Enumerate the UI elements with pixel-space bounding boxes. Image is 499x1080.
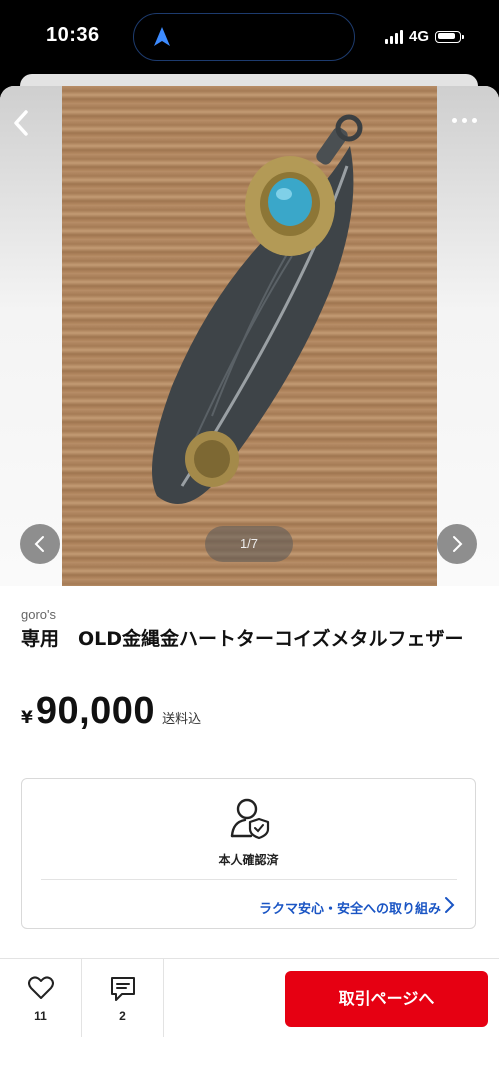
bottom-action-bar: 11 2 取引ページへ <box>0 958 499 1080</box>
verified-label: 本人確認済 <box>218 853 279 867</box>
status-time: 10:36 <box>46 24 100 46</box>
chevron-right-icon <box>453 536 463 552</box>
prev-image-button[interactable] <box>20 524 60 564</box>
comment-button[interactable]: 2 <box>82 959 164 1037</box>
like-count: 11 <box>34 1009 47 1023</box>
like-button[interactable]: 11 <box>0 959 82 1037</box>
navigation-arrow-icon <box>154 27 170 46</box>
status-bar: 10:36 4G <box>0 0 499 80</box>
verification-box: 本人確認済 ラクマ安心・安全への取り組み <box>21 778 476 929</box>
image-gallery[interactable]: 1/7 <box>0 86 499 586</box>
image-counter: 1/7 <box>205 526 293 562</box>
brand-name[interactable]: goro's <box>21 607 56 622</box>
product-photo[interactable] <box>62 86 437 586</box>
divider <box>41 879 457 880</box>
heart-icon <box>28 976 54 999</box>
item-sheet: 1/7 goro's 専用 OLD金縄金ハートターコイズメタルフェザー ¥ 90… <box>0 86 499 1080</box>
chevron-right-icon[interactable] <box>443 896 455 914</box>
more-icon[interactable] <box>452 118 477 123</box>
chevron-left-icon <box>34 536 44 552</box>
shipping-label: 送料込 <box>162 712 202 727</box>
status-icons: 4G <box>384 28 464 45</box>
dynamic-island <box>133 13 355 61</box>
currency-symbol: ¥ <box>21 708 33 728</box>
product-title: 専用 OLD金縄金ハートターコイズメタルフェザー <box>21 628 464 650</box>
network-label: 4G <box>408 28 429 45</box>
battery-icon <box>435 30 464 43</box>
back-icon[interactable] <box>10 108 32 138</box>
feather-pendant-image <box>152 114 363 504</box>
comment-count: 2 <box>119 1009 126 1023</box>
next-image-button[interactable] <box>437 524 477 564</box>
comment-icon <box>111 977 135 1001</box>
signal-icon <box>384 29 403 44</box>
safety-link[interactable]: ラクマ安心・安全への取り組み <box>259 898 441 917</box>
verified-user-icon <box>230 798 270 840</box>
trade-page-button[interactable]: 取引ページへ <box>285 971 488 1027</box>
price-row: ¥ 90,000 送料込 <box>21 690 201 733</box>
price-amount: 90,000 <box>35 690 156 732</box>
